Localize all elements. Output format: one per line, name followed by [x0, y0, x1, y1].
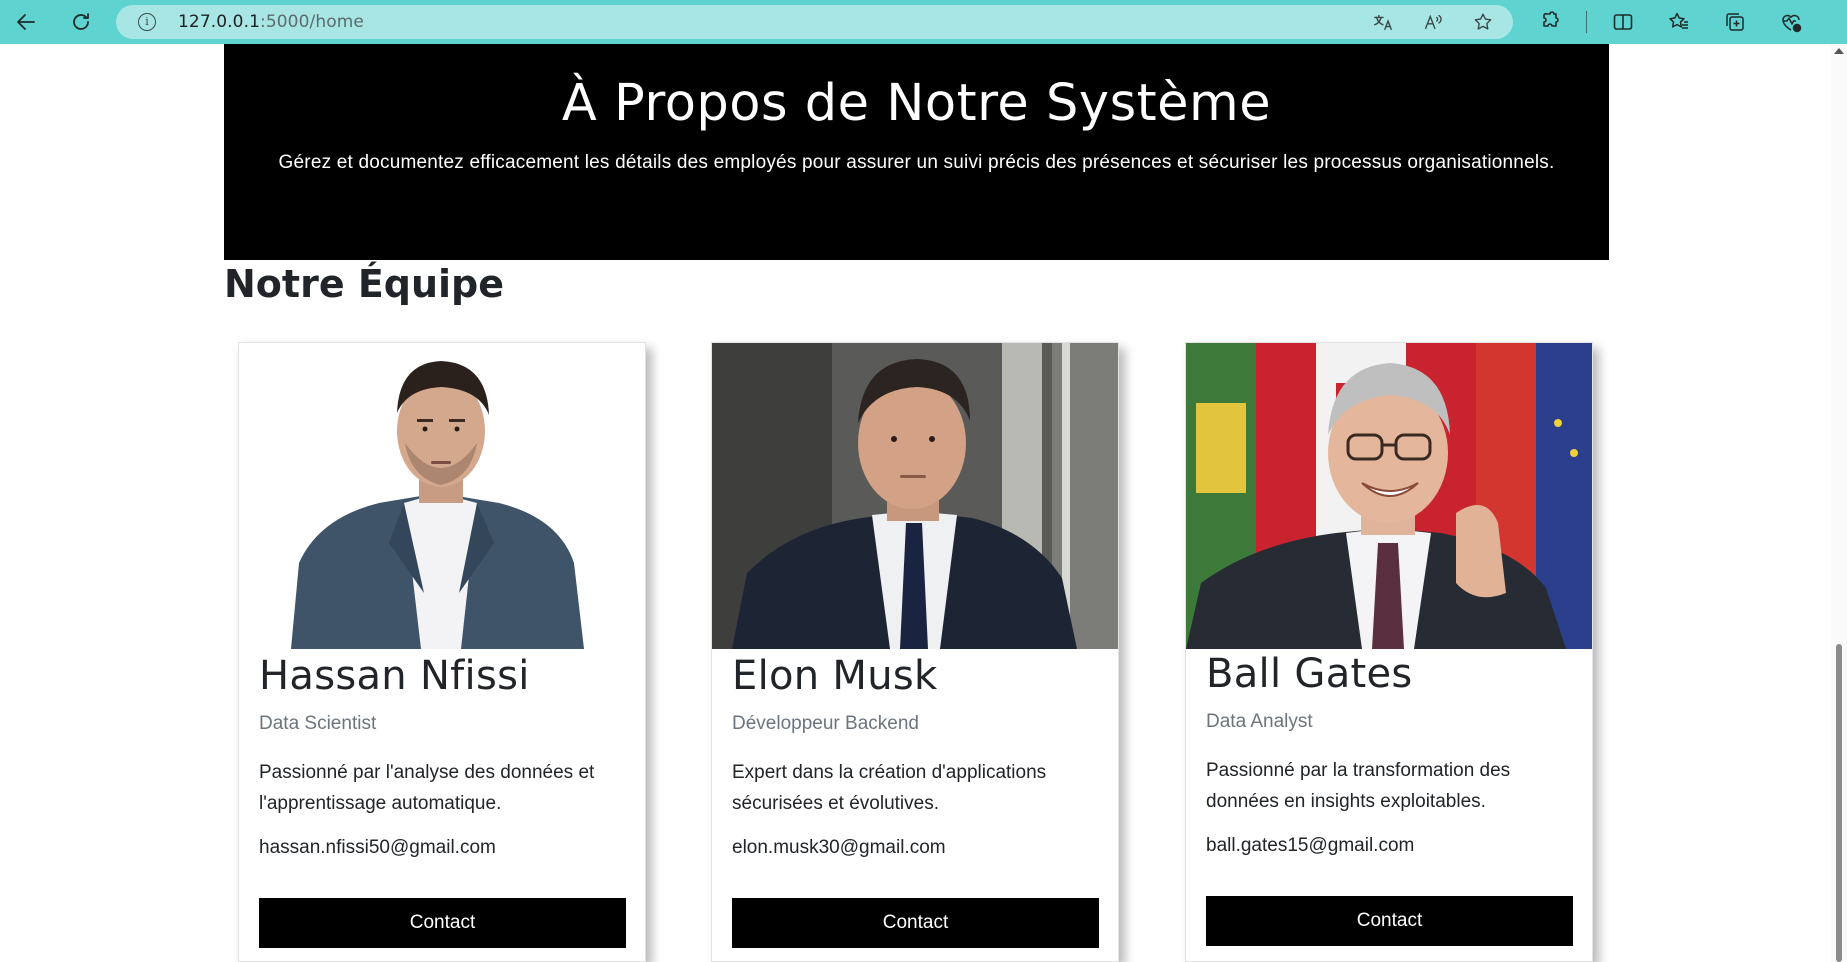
contact-button[interactable]: Contact	[732, 898, 1099, 948]
member-photo	[1186, 343, 1592, 649]
reload-icon[interactable]	[61, 2, 101, 42]
member-description: Expert dans la création d'applications s…	[732, 762, 1047, 814]
member-email: hassan.nfissi50@gmail.com	[259, 837, 496, 858]
card-body: Ball Gates Data Analyst Passionné par la…	[1206, 647, 1572, 857]
member-email: ball.gates15@gmail.com	[1206, 835, 1415, 856]
card-body: Elon Musk Développeur Backend Expert dan…	[732, 649, 1098, 859]
team-heading: Notre Équipe	[224, 262, 505, 306]
collections-icon[interactable]	[1715, 2, 1755, 42]
favorites-icon[interactable]	[1659, 2, 1699, 42]
member-name: Ball Gates	[1206, 651, 1413, 697]
address-bar[interactable]: i 127.0.0.1:5000/home	[116, 5, 1513, 39]
scroll-up-arrow-icon[interactable]	[1834, 48, 1844, 54]
member-email: elon.musk30@gmail.com	[732, 837, 946, 858]
toolbar-divider	[1586, 11, 1587, 33]
vertical-scrollbar[interactable]	[1831, 44, 1847, 962]
puzzle-icon[interactable]	[1530, 2, 1570, 42]
heart-pulse-icon[interactable]	[1771, 2, 1811, 42]
card-body: Hassan Nfissi Data Scientist Passionné p…	[259, 649, 625, 859]
browser-toolbar: i 127.0.0.1:5000/home	[0, 0, 1847, 44]
back-arrow-icon[interactable]	[6, 2, 46, 42]
team-card: Hassan Nfissi Data Scientist Passionné p…	[238, 342, 646, 962]
star-icon[interactable]	[1469, 8, 1497, 36]
member-photo	[239, 343, 645, 649]
about-hero: À Propos de Notre Système Gérez et docum…	[224, 44, 1609, 260]
team-card: Elon Musk Développeur Backend Expert dan…	[711, 342, 1119, 962]
hero-title: À Propos de Notre Système	[561, 74, 1272, 133]
url-host: 127.0.0.1	[178, 12, 261, 32]
member-photo	[712, 343, 1118, 649]
info-icon[interactable]: i	[138, 13, 156, 31]
member-description: Passionné par l'analyse des données et l…	[259, 762, 595, 814]
contact-button[interactable]: Contact	[259, 898, 626, 948]
read-aloud-icon[interactable]	[1419, 8, 1447, 36]
team-card: Ball Gates Data Analyst Passionné par la…	[1185, 342, 1593, 962]
translate-icon[interactable]	[1369, 8, 1397, 36]
member-name: Elon Musk	[732, 653, 938, 699]
page-content: À Propos de Notre Système Gérez et docum…	[0, 44, 1847, 962]
split-screen-icon[interactable]	[1603, 2, 1643, 42]
member-name: Hassan Nfissi	[259, 653, 530, 699]
member-role: Data Scientist	[259, 713, 377, 734]
member-description: Passionné par la transformation des donn…	[1206, 760, 1511, 812]
url-text[interactable]: 127.0.0.1:5000/home	[178, 12, 364, 32]
member-role: Développeur Backend	[732, 713, 919, 734]
hero-subtitle: Gérez et documentez efficacement les dét…	[278, 152, 1555, 173]
url-path: :5000/home	[260, 12, 364, 32]
contact-button[interactable]: Contact	[1206, 896, 1573, 946]
member-role: Data Analyst	[1206, 711, 1313, 732]
scroll-thumb[interactable]	[1836, 644, 1842, 962]
